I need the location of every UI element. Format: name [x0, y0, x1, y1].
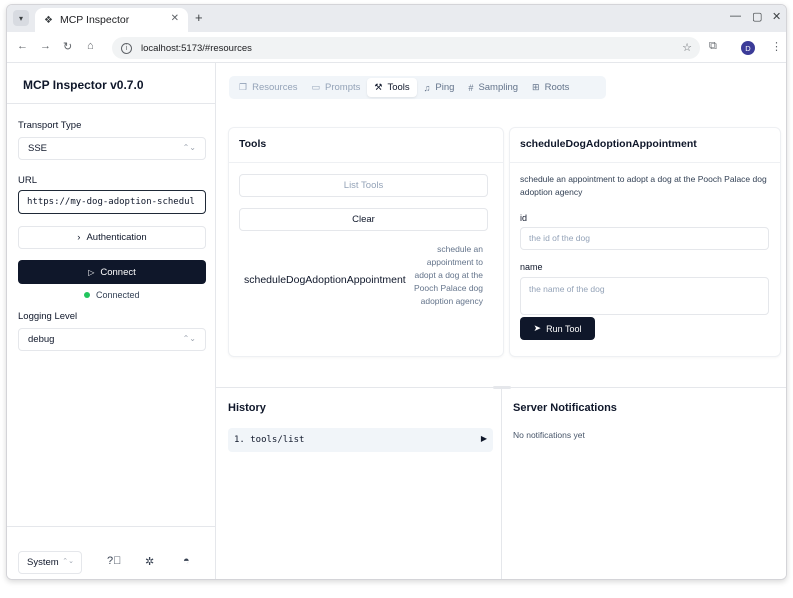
chevron-updown-icon: ⌃⌄ [62, 558, 74, 565]
history-item[interactable]: 1. tools/list ▶ [228, 428, 493, 452]
history-title: History [228, 402, 266, 414]
tab-label: Ping [435, 82, 455, 93]
clear-button[interactable]: Clear [239, 208, 488, 231]
run-tool-label: Run Tool [546, 323, 582, 334]
star-icon[interactable]: ☆ [682, 41, 692, 54]
theme-value: System [27, 557, 59, 568]
expand-icon[interactable]: ▶ [481, 434, 487, 443]
theme-select[interactable]: System ⌃⌄ [18, 551, 82, 574]
authentication-label: Authentication [86, 232, 147, 243]
tools-panel: Tools List Tools Clear scheduleDogAdopti… [228, 127, 504, 357]
status-dot [84, 292, 90, 298]
chevron-right-icon: › [77, 232, 81, 243]
play-icon: ▷ [88, 267, 95, 277]
tool-item-description: schedule an appointment to adopt a dog a… [414, 244, 483, 306]
tools-panel-title: Tools [229, 128, 503, 163]
connection-status: Connected [84, 290, 140, 300]
chevron-updown-icon: ⌃⌄ [182, 143, 196, 152]
status-text: Connected [96, 290, 140, 300]
notifications-title: Server Notifications [513, 402, 617, 414]
transport-value: SSE [28, 143, 48, 154]
id-field[interactable]: the id of the dog [520, 227, 769, 250]
puzzle-icon[interactable]: ⧉ [709, 40, 717, 53]
sidebar: MCP Inspector v0.7.0 Transport Type SSE … [7, 63, 216, 579]
connect-label: Connect [100, 266, 136, 278]
tab-label: Resources [252, 82, 298, 93]
kebab-icon[interactable]: ⋮ [771, 40, 782, 53]
tool-detail-description: schedule an appointment to adopt a dog a… [520, 174, 767, 197]
maximize-icon[interactable]: ▢ [752, 10, 762, 23]
close-icon[interactable]: ✕ [171, 13, 179, 24]
chevron-updown-icon: ⌃⌄ [182, 334, 196, 343]
divider [7, 103, 215, 104]
url-label: URL [18, 175, 38, 186]
connect-button[interactable]: ▷ Connect [18, 260, 206, 284]
url-text[interactable]: localhost:5173/#resources [141, 43, 252, 54]
files-icon: ❐ [239, 82, 248, 92]
github-icon[interactable]: ◓ [183, 555, 190, 567]
authentication-button[interactable]: › Authentication [18, 226, 206, 249]
bug-icon[interactable]: ✲ [145, 555, 154, 568]
resize-handle[interactable] [493, 386, 511, 389]
hash-icon: # [468, 82, 474, 93]
app: MCP Inspector v0.7.0 Transport Type SSE … [7, 63, 786, 579]
transport-label: Transport Type [18, 120, 82, 131]
wrench-icon: ⚒ [374, 82, 383, 92]
logging-label: Logging Level [18, 311, 78, 322]
tab-label: Roots [544, 82, 570, 93]
list-tools-button[interactable]: List Tools [239, 174, 488, 197]
browser-tab[interactable]: ❖ MCP Inspector ✕ [35, 8, 188, 32]
arrow-right-icon[interactable]: → [40, 40, 51, 52]
tab-tools[interactable]: ⚒ Tools [367, 78, 417, 97]
plus-icon[interactable]: + [195, 10, 203, 25]
history-item-label: 1. tools/list [234, 435, 305, 445]
tab-prompts[interactable]: ▭ Prompts [305, 78, 368, 97]
close-icon[interactable]: ✕ [772, 10, 781, 23]
arrow-left-icon[interactable]: ← [17, 40, 28, 52]
tab-strip: ▾ ❖ MCP Inspector ✕ + — ▢ ✕ [7, 5, 786, 32]
tab-list: ❐ Resources ▭ Prompts ⚒ Tools ♫ Ping # Sampli… [229, 76, 606, 99]
tab-resources[interactable]: ❐ Resources [232, 78, 305, 97]
url-input[interactable]: https://my-dog-adoption-schedul [18, 190, 206, 214]
tool-item-name[interactable]: scheduleDogAdoptionAppointment [244, 274, 406, 286]
tab-ping[interactable]: ♫ Ping [417, 78, 462, 97]
browser-window: ▾ ❖ MCP Inspector ✕ + — ▢ ✕ ← → ↻ ⌂ i lo… [6, 4, 787, 580]
tab-label: Sampling [478, 82, 519, 93]
chevron-down-icon[interactable]: ▾ [13, 10, 29, 26]
tab-label: Tools [387, 82, 410, 93]
tab-title: MCP Inspector [59, 14, 130, 26]
logging-value: debug [28, 334, 55, 345]
tab-roots[interactable]: ⊞ Roots [525, 78, 576, 97]
divider [501, 388, 502, 579]
message-icon: ▭ [311, 82, 321, 92]
mcp-logo-icon: ❖ [44, 14, 53, 26]
divider [7, 526, 215, 527]
info-icon[interactable]: i [121, 42, 132, 54]
bell-icon: ♫ [423, 82, 431, 93]
reload-icon[interactable]: ↻ [63, 40, 72, 53]
field-name-label: name [520, 262, 543, 272]
home-icon[interactable]: ⌂ [87, 40, 94, 52]
avatar[interactable]: D [741, 41, 755, 55]
run-tool-button[interactable]: ➤ Run Tool [520, 317, 595, 340]
field-id-label: id [520, 213, 528, 223]
app-title: MCP Inspector v0.7.0 [23, 78, 144, 92]
address-bar[interactable]: i localhost:5173/#resources ☆ [112, 37, 700, 59]
tool-detail-title: scheduleDogAdoptionAppointment [510, 128, 780, 163]
notifications-empty: No notifications yet [513, 430, 585, 440]
minimize-icon[interactable]: — [730, 10, 741, 22]
folder-tree-icon: ⊞ [532, 82, 540, 92]
address-toolbar: ← → ↻ ⌂ i localhost:5173/#resources ☆ ⧉ … [7, 32, 786, 63]
logging-select[interactable]: debug ⌃⌄ [18, 328, 206, 351]
transport-select[interactable]: SSE ⌃⌄ [18, 137, 206, 160]
name-field[interactable]: the name of the dog [520, 277, 769, 315]
tab-label: Prompts [325, 82, 361, 93]
send-icon: ➤ [533, 323, 542, 333]
main-content: ❐ Resources ▭ Prompts ⚒ Tools ♫ Ping # Sampli… [216, 63, 786, 579]
tool-detail-panel: scheduleDogAdoptionAppointment schedule … [509, 127, 781, 357]
tab-sampling[interactable]: # Sampling [461, 78, 525, 97]
help-icon[interactable]: ?⃝ [107, 555, 121, 567]
